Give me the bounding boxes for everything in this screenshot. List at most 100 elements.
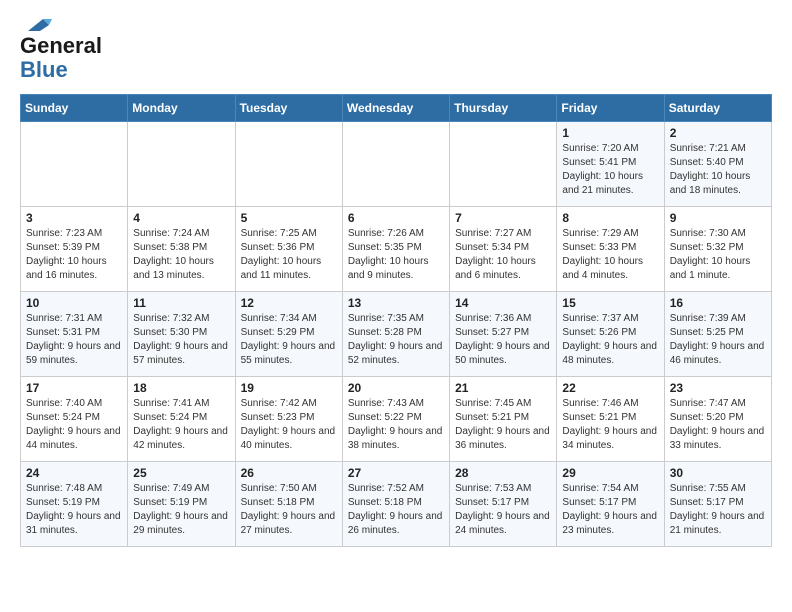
logo-blue: Blue <box>20 57 68 82</box>
day-number: 16 <box>670 296 766 310</box>
calendar-day-7: 7Sunrise: 7:27 AM Sunset: 5:34 PM Daylig… <box>450 207 557 292</box>
day-info: Sunrise: 7:41 AM Sunset: 5:24 PM Dayligh… <box>133 397 229 453</box>
day-number: 1 <box>562 126 658 140</box>
day-number: 30 <box>670 466 766 480</box>
calendar-day-1: 1 Sunrise: 7:20 AM Sunset: 5:41 PM Daylig… <box>557 122 664 207</box>
day-number: 23 <box>670 381 766 395</box>
day-info: Sunrise: 7:36 AM Sunset: 5:27 PM Dayligh… <box>455 312 551 368</box>
calendar-day-19: 19Sunrise: 7:42 AM Sunset: 5:23 PM Dayli… <box>235 377 342 462</box>
logo: General Blue <box>20 16 102 82</box>
day-header-saturday: Saturday <box>664 95 771 122</box>
day-info: Sunrise: 7:25 AM Sunset: 5:36 PM Dayligh… <box>241 227 337 283</box>
day-number: 26 <box>241 466 337 480</box>
day-header-friday: Friday <box>557 95 664 122</box>
day-number: 22 <box>562 381 658 395</box>
calendar-day-13: 13Sunrise: 7:35 AM Sunset: 5:28 PM Dayli… <box>342 292 449 377</box>
day-header-sunday: Sunday <box>21 95 128 122</box>
day-info: Sunrise: 7:24 AM Sunset: 5:38 PM Dayligh… <box>133 227 229 283</box>
calendar-day-11: 11Sunrise: 7:32 AM Sunset: 5:30 PM Dayli… <box>128 292 235 377</box>
day-number: 4 <box>133 211 229 225</box>
day-number: 14 <box>455 296 551 310</box>
day-number: 17 <box>26 381 122 395</box>
calendar-day-3: 3 Sunrise: 7:23 AM Sunset: 5:39 PM Daylig… <box>21 207 128 292</box>
empty-cell <box>128 122 235 207</box>
day-info: Sunrise: 7:45 AM Sunset: 5:21 PM Dayligh… <box>455 397 551 453</box>
day-number: 25 <box>133 466 229 480</box>
day-info: Sunrise: 7:20 AM Sunset: 5:41 PM Dayligh… <box>562 142 658 198</box>
day-info: Sunrise: 7:26 AM Sunset: 5:35 PM Dayligh… <box>348 227 444 283</box>
calendar-day-30: 30 Sunrise: 7:55 AM Sunset: 5:17 PM Dayli… <box>664 462 771 547</box>
calendar-day-25: 25Sunrise: 7:49 AM Sunset: 5:19 PM Dayli… <box>128 462 235 547</box>
calendar-day-16: 16 Sunrise: 7:39 AM Sunset: 5:25 PM Dayli… <box>664 292 771 377</box>
day-info: Sunrise: 7:48 AM Sunset: 5:19 PM Dayligh… <box>26 482 122 538</box>
empty-cell <box>21 122 128 207</box>
calendar-day-8: 8 Sunrise: 7:29 AM Sunset: 5:33 PM Daylig… <box>557 207 664 292</box>
day-info: Sunrise: 7:54 AM Sunset: 5:17 PM Dayligh… <box>562 482 658 538</box>
calendar-day-4: 4 Sunrise: 7:24 AM Sunset: 5:38 PM Daylig… <box>128 207 235 292</box>
calendar-day-2: 2 Sunrise: 7:21 AM Sunset: 5:40 PM Daylig… <box>664 122 771 207</box>
day-info: Sunrise: 7:47 AM Sunset: 5:20 PM Dayligh… <box>670 397 766 453</box>
day-info: Sunrise: 7:30 AM Sunset: 5:32 PM Dayligh… <box>670 227 766 283</box>
day-number: 18 <box>133 381 229 395</box>
calendar-day-10: 10Sunrise: 7:31 AM Sunset: 5:31 PM Dayli… <box>21 292 128 377</box>
calendar-day-23: 23 Sunrise: 7:47 AM Sunset: 5:20 PM Dayli… <box>664 377 771 462</box>
calendar-week-2: 3 Sunrise: 7:23 AM Sunset: 5:39 PM Daylig… <box>21 207 772 292</box>
calendar-header-row: SundayMondayTuesdayWednesdayThursdayFrid… <box>21 95 772 122</box>
day-number: 29 <box>562 466 658 480</box>
day-header-thursday: Thursday <box>450 95 557 122</box>
day-info: Sunrise: 7:43 AM Sunset: 5:22 PM Dayligh… <box>348 397 444 453</box>
day-number: 21 <box>455 381 551 395</box>
empty-cell <box>342 122 449 207</box>
calendar-week-4: 17 Sunrise: 7:40 AM Sunset: 5:24 PM Dayli… <box>21 377 772 462</box>
day-number: 8 <box>562 211 658 225</box>
day-header-wednesday: Wednesday <box>342 95 449 122</box>
day-number: 12 <box>241 296 337 310</box>
calendar-day-17: 17 Sunrise: 7:40 AM Sunset: 5:24 PM Dayli… <box>21 377 128 462</box>
day-number: 10 <box>26 296 122 310</box>
day-info: Sunrise: 7:42 AM Sunset: 5:23 PM Dayligh… <box>241 397 337 453</box>
day-number: 15 <box>562 296 658 310</box>
day-info: Sunrise: 7:21 AM Sunset: 5:40 PM Dayligh… <box>670 142 766 198</box>
day-number: 24 <box>26 466 122 480</box>
logo-general: General <box>20 33 102 58</box>
header: General Blue <box>20 16 772 82</box>
empty-cell <box>450 122 557 207</box>
day-info: Sunrise: 7:37 AM Sunset: 5:26 PM Dayligh… <box>562 312 658 368</box>
day-number: 20 <box>348 381 444 395</box>
day-number: 6 <box>348 211 444 225</box>
calendar-day-6: 6 Sunrise: 7:26 AM Sunset: 5:35 PM Daylig… <box>342 207 449 292</box>
calendar-day-24: 24 Sunrise: 7:48 AM Sunset: 5:19 PM Dayli… <box>21 462 128 547</box>
day-number: 9 <box>670 211 766 225</box>
logo-icon <box>22 16 52 34</box>
calendar-day-21: 21 Sunrise: 7:45 AM Sunset: 5:21 PM Dayli… <box>450 377 557 462</box>
day-info: Sunrise: 7:40 AM Sunset: 5:24 PM Dayligh… <box>26 397 122 453</box>
calendar-day-12: 12 Sunrise: 7:34 AM Sunset: 5:29 PM Dayli… <box>235 292 342 377</box>
calendar-day-14: 14 Sunrise: 7:36 AM Sunset: 5:27 PM Dayli… <box>450 292 557 377</box>
calendar-day-15: 15 Sunrise: 7:37 AM Sunset: 5:26 PM Dayli… <box>557 292 664 377</box>
day-info: Sunrise: 7:34 AM Sunset: 5:29 PM Dayligh… <box>241 312 337 368</box>
calendar-day-28: 28 Sunrise: 7:53 AM Sunset: 5:17 PM Dayli… <box>450 462 557 547</box>
day-info: Sunrise: 7:53 AM Sunset: 5:17 PM Dayligh… <box>455 482 551 538</box>
day-info: Sunrise: 7:23 AM Sunset: 5:39 PM Dayligh… <box>26 227 122 283</box>
day-number: 2 <box>670 126 766 140</box>
day-info: Sunrise: 7:29 AM Sunset: 5:33 PM Dayligh… <box>562 227 658 283</box>
calendar-day-18: 18 Sunrise: 7:41 AM Sunset: 5:24 PM Dayli… <box>128 377 235 462</box>
calendar-week-5: 24 Sunrise: 7:48 AM Sunset: 5:19 PM Dayli… <box>21 462 772 547</box>
empty-cell <box>235 122 342 207</box>
calendar-day-22: 22 Sunrise: 7:46 AM Sunset: 5:21 PM Dayli… <box>557 377 664 462</box>
calendar-day-9: 9 Sunrise: 7:30 AM Sunset: 5:32 PM Daylig… <box>664 207 771 292</box>
day-number: 3 <box>26 211 122 225</box>
day-number: 28 <box>455 466 551 480</box>
calendar-table: SundayMondayTuesdayWednesdayThursdayFrid… <box>20 94 772 547</box>
day-header-tuesday: Tuesday <box>235 95 342 122</box>
day-info: Sunrise: 7:55 AM Sunset: 5:17 PM Dayligh… <box>670 482 766 538</box>
day-number: 27 <box>348 466 444 480</box>
day-info: Sunrise: 7:46 AM Sunset: 5:21 PM Dayligh… <box>562 397 658 453</box>
day-number: 5 <box>241 211 337 225</box>
calendar-week-1: 1 Sunrise: 7:20 AM Sunset: 5:41 PM Daylig… <box>21 122 772 207</box>
day-info: Sunrise: 7:39 AM Sunset: 5:25 PM Dayligh… <box>670 312 766 368</box>
day-number: 7 <box>455 211 551 225</box>
calendar-day-5: 5 Sunrise: 7:25 AM Sunset: 5:36 PM Daylig… <box>235 207 342 292</box>
day-info: Sunrise: 7:35 AM Sunset: 5:28 PM Dayligh… <box>348 312 444 368</box>
day-number: 11 <box>133 296 229 310</box>
